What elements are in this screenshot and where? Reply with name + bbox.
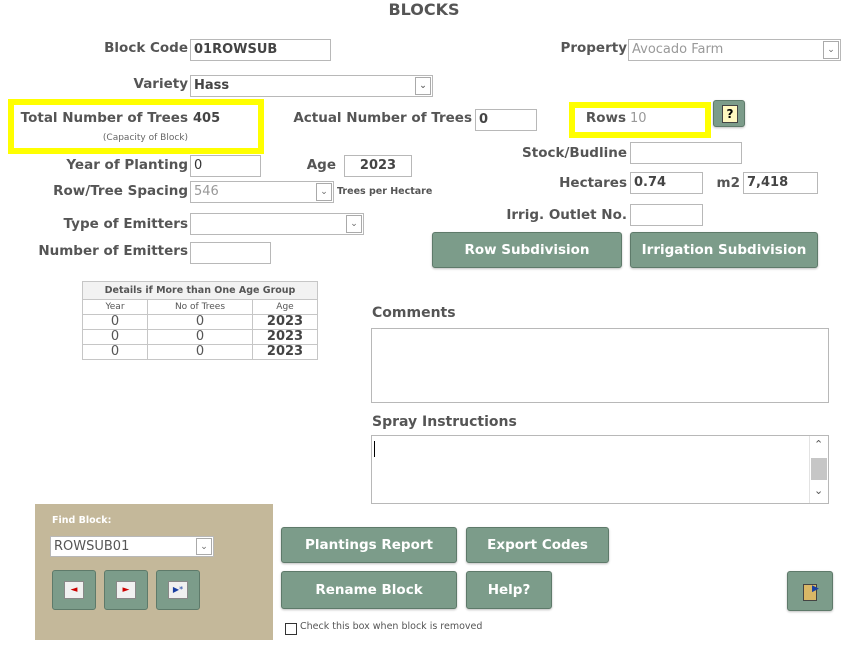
- age-label: Age: [306, 157, 336, 173]
- irrigation-subdivision-button[interactable]: Irrigation Subdivision: [630, 232, 818, 268]
- next-record-button[interactable]: ►: [104, 570, 148, 610]
- chevron-down-icon[interactable]: ⌄: [823, 41, 839, 59]
- table-cell[interactable]: 0: [147, 344, 253, 360]
- scroll-down-icon[interactable]: ⌄: [814, 484, 823, 497]
- export-codes-button[interactable]: Export Codes: [466, 527, 609, 563]
- hectares-input[interactable]: 0.74: [630, 172, 703, 194]
- rows-input[interactable]: 10: [627, 109, 701, 131]
- scroll-thumb[interactable]: [811, 458, 827, 480]
- table-cell: 2023: [252, 329, 318, 345]
- total-trees-label: Total Number of Trees: [20, 110, 188, 126]
- comments-textarea[interactable]: [371, 328, 829, 403]
- chevron-down-icon[interactable]: ⌄: [196, 538, 212, 555]
- new-record-icon: ▶*: [168, 581, 188, 599]
- row-spacing-label: Row/Tree Spacing: [53, 183, 188, 199]
- scrollbar[interactable]: ⌃ ⌄: [809, 436, 828, 503]
- table-cell: 2023: [252, 314, 318, 330]
- table-row: 0 0 2023: [82, 344, 318, 360]
- year-planting-input[interactable]: 0: [190, 155, 261, 177]
- num-emitters-label: Number of Emitters: [38, 243, 188, 259]
- year-planting-label: Year of Planting: [66, 157, 188, 173]
- table-row: 0 0 2023: [82, 329, 318, 345]
- num-emitters-input[interactable]: [190, 242, 271, 264]
- table-cell: 2023: [252, 344, 318, 360]
- property-value: Avocado Farm: [632, 42, 724, 57]
- table-cell[interactable]: 0: [82, 329, 148, 345]
- row-spacing-value: 546: [194, 184, 219, 199]
- total-trees-input[interactable]: 405: [190, 109, 252, 131]
- next-icon: ►: [116, 581, 136, 599]
- table-cell[interactable]: 0: [82, 314, 148, 330]
- variety-select[interactable]: Hass ⌄: [190, 75, 433, 97]
- table-header: Age: [252, 299, 318, 315]
- plantings-report-button[interactable]: Plantings Report: [281, 527, 457, 563]
- chevron-down-icon[interactable]: ⌄: [415, 77, 431, 95]
- table-cell[interactable]: 0: [82, 344, 148, 360]
- variety-value: Hass: [194, 78, 230, 93]
- stock-label: Stock/Budline: [522, 145, 627, 161]
- exit-arrow-icon: ▶: [812, 584, 819, 594]
- table-header: No of Trees: [147, 299, 253, 315]
- table-cell[interactable]: 0: [147, 314, 253, 330]
- total-trees-sublabel: (Capacity of Block): [102, 133, 188, 143]
- row-spacing-select[interactable]: 546 ⌄: [190, 181, 334, 203]
- table-header: Year: [82, 299, 148, 315]
- rows-label: Rows: [585, 110, 626, 126]
- block-code-input[interactable]: 01ROWSUB: [190, 39, 331, 61]
- find-block-label: Find Block:: [52, 515, 112, 526]
- previous-icon: ◄: [64, 581, 84, 599]
- trees-per-hectare-label: Trees per Hectare: [337, 186, 433, 197]
- property-select[interactable]: Avocado Farm ⌄: [628, 39, 841, 61]
- comments-label: Comments: [372, 305, 456, 321]
- removed-checkbox-label: Check this box when block is removed: [300, 621, 483, 632]
- previous-record-button[interactable]: ◄: [52, 570, 96, 610]
- actual-trees-label: Actual Number of Trees: [293, 110, 472, 126]
- rename-block-button[interactable]: Rename Block: [281, 571, 457, 609]
- block-code-label: Block Code: [104, 40, 188, 56]
- spray-label: Spray Instructions: [372, 414, 517, 430]
- help-button[interactable]: Help?: [466, 571, 552, 609]
- actual-trees-input[interactable]: 0: [475, 109, 537, 131]
- irrig-outlet-input[interactable]: [630, 204, 703, 226]
- find-block-value: ROWSUB01: [54, 539, 130, 554]
- m2-input[interactable]: 7,418: [743, 172, 818, 194]
- chevron-down-icon[interactable]: ⌄: [346, 215, 362, 233]
- age-input: 2023: [344, 155, 412, 177]
- chevron-down-icon[interactable]: ⌄: [316, 183, 332, 201]
- page-title: BLOCKS: [388, 0, 460, 19]
- variety-label: Variety: [133, 76, 188, 92]
- question-icon: ?: [722, 105, 738, 123]
- find-block-select[interactable]: ROWSUB01 ⌄: [50, 536, 214, 557]
- property-label: Property: [560, 40, 627, 56]
- irrig-outlet-label: Irrig. Outlet No.: [506, 207, 627, 223]
- new-record-button[interactable]: ▶*: [156, 570, 200, 610]
- text-cursor: [374, 441, 375, 457]
- table-cell[interactable]: 0: [147, 329, 253, 345]
- table-row: 0 0 2023: [82, 314, 318, 330]
- hectares-label: Hectares: [559, 175, 627, 191]
- row-subdivision-button[interactable]: Row Subdivision: [432, 232, 622, 268]
- stock-input[interactable]: [630, 142, 742, 164]
- removed-checkbox[interactable]: [285, 623, 297, 635]
- age-group-table: Details if More than One Age Group Year …: [82, 281, 318, 360]
- scroll-up-icon[interactable]: ⌃: [814, 438, 823, 451]
- help-icon-button[interactable]: ?: [713, 100, 745, 127]
- exit-button[interactable]: ▶: [787, 571, 833, 611]
- emitter-type-label: Type of Emitters: [63, 216, 188, 232]
- m2-label: m2: [716, 175, 740, 191]
- spray-textarea[interactable]: ⌃ ⌄: [371, 435, 829, 504]
- emitter-type-select[interactable]: ⌄: [190, 213, 364, 235]
- table-caption: Details if More than One Age Group: [82, 281, 318, 300]
